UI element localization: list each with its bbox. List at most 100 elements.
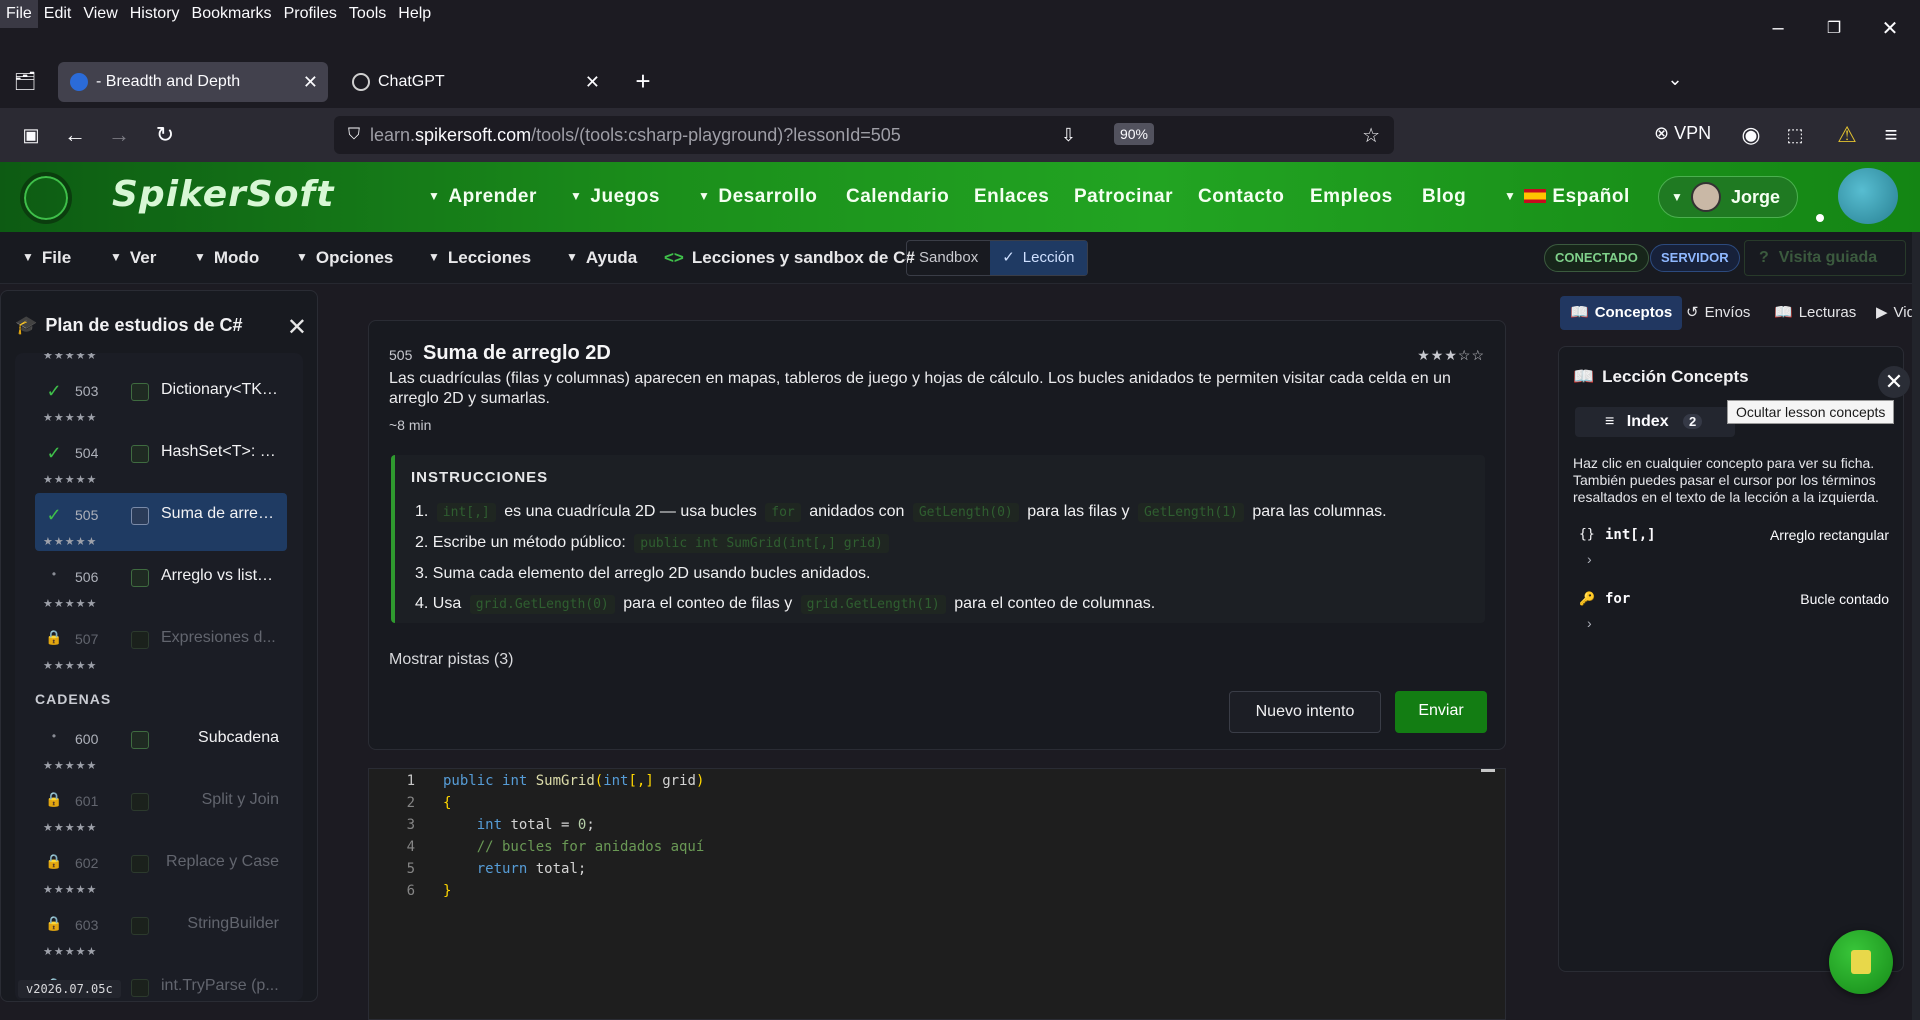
mode-lesson-button[interactable]: ✓ Lección (990, 241, 1087, 275)
url-bar[interactable]: ⛉ learn.spikersoft.com/tools/(tools:csha… (334, 116, 1394, 154)
tab-lecturas[interactable]: 📖 Lecturas (1774, 296, 1856, 330)
tab-envios[interactable]: ↺ Envíos (1686, 296, 1750, 330)
lesson-checkbox[interactable] (131, 383, 149, 401)
list-item-locked[interactable]: 🔒 601 Split y Join (35, 779, 287, 823)
code-term[interactable]: grid.GetLength(0) (469, 595, 615, 614)
nav-patrocinar[interactable]: Patrocinar (1074, 186, 1173, 208)
code-line[interactable]: { (443, 795, 451, 811)
url-text[interactable]: learn.spikersoft.com/tools/(tools:csharp… (370, 125, 901, 146)
list-item[interactable]: • 506 Arreglo vs lista... (35, 555, 287, 599)
app-menu-icon[interactable]: ≡ (1876, 120, 1906, 150)
close-tab-icon[interactable]: ✕ (303, 72, 318, 93)
code-term[interactable]: grid.GetLength(1) (800, 595, 946, 614)
tab-overflow-chevron-icon[interactable]: ⌄ (1660, 64, 1690, 94)
editor-scrollbar[interactable] (1481, 769, 1495, 772)
site-info-shield-icon[interactable]: ⛉ (348, 126, 360, 144)
download-icon[interactable]: ⇩ (1061, 125, 1076, 146)
concept-item[interactable]: 🔑 for Bucle contado (1579, 589, 1889, 613)
lesson-checkbox[interactable] (131, 507, 149, 525)
tab-list-icon[interactable]: 🗂 (10, 66, 40, 96)
notes-fab-button[interactable] (1829, 930, 1893, 994)
code-line[interactable]: return total; (443, 861, 587, 877)
back-icon[interactable]: ← (60, 120, 90, 150)
language-selector[interactable]: ▼ Español (1504, 186, 1630, 208)
minimize-icon[interactable]: – (1748, 0, 1808, 56)
lesson-checkbox[interactable] (131, 445, 149, 463)
zoom-level[interactable]: 90% (1113, 123, 1154, 145)
code-line[interactable]: // bucles for anidados aquí (443, 839, 705, 855)
index-tab[interactable]: ≡ Index 2 (1575, 407, 1735, 437)
tab-breadth-and-depth[interactable]: - Breadth and Depth ✕ (58, 62, 328, 102)
vpn-button[interactable]: ⊗ VPN (1654, 123, 1711, 144)
guided-tour-button[interactable]: ? Visita guiada (1744, 240, 1906, 276)
nav-calendario[interactable]: Calendario (846, 186, 949, 208)
toolbar-menu-ayuda[interactable]: ▼ Ayuda (566, 248, 637, 268)
menu-file[interactable]: File (0, 0, 38, 28)
code-term[interactable]: int[,] (436, 503, 496, 522)
account-icon[interactable]: ◉ (1736, 120, 1766, 150)
user-menu[interactable]: ▼ Jorge (1658, 176, 1798, 218)
code-term[interactable]: public int SumGrid(int[,] grid) (634, 534, 889, 553)
menu-edit[interactable]: Edit (38, 0, 78, 28)
list-item-locked[interactable]: 🔒 602 Replace y Case (35, 841, 287, 885)
list-item[interactable]: ✓ 503 Dictionary<TK,... (35, 369, 287, 413)
tab-videos[interactable]: ▶ Vid (1876, 296, 1915, 330)
code-term[interactable]: GetLength(1) (1137, 503, 1244, 522)
show-hints-link[interactable]: Mostrar pistas (3) (389, 651, 513, 669)
toolbar-menu-ver[interactable]: ▼ Ver (110, 248, 156, 268)
nav-aprender[interactable]: ▼ Aprender (428, 186, 537, 208)
code-term[interactable]: GetLength(0) (912, 503, 1019, 522)
close-concepts-icon[interactable]: ✕ (1878, 366, 1910, 398)
toolbar-menu-lecciones[interactable]: ▼ Lecciones (428, 248, 531, 268)
menu-bookmarks[interactable]: Bookmarks (186, 0, 278, 28)
close-sidebar-icon[interactable]: ✕ (287, 313, 307, 342)
list-item[interactable]: ✓ 504 HashSet<T>: d... (35, 431, 287, 475)
reload-icon[interactable]: ↻ (150, 120, 180, 150)
tab-conceptos[interactable]: 📖 Conceptos (1560, 296, 1683, 330)
nav-juegos[interactable]: ▼ Juegos (570, 186, 660, 208)
menu-help[interactable]: Help (392, 0, 437, 28)
mode-sandbox-button[interactable]: Sandbox (907, 241, 990, 275)
new-tab-icon[interactable]: + (628, 66, 658, 96)
extensions-icon[interactable]: ⬚ (1780, 120, 1810, 150)
menu-profiles[interactable]: Profiles (278, 0, 343, 28)
toolbar-menu-opciones[interactable]: ▼ Opciones (296, 248, 393, 268)
list-item[interactable]: • 600 Subcadena (35, 717, 287, 761)
nav-blog[interactable]: Blog (1422, 186, 1466, 208)
menu-tools[interactable]: Tools (343, 0, 392, 28)
reset-attempt-button[interactable]: Nuevo intento (1229, 691, 1381, 733)
nav-enlaces[interactable]: Enlaces (974, 186, 1049, 208)
code-term[interactable]: for (765, 503, 801, 522)
tab-chatgpt[interactable]: ChatGPT ✕ (340, 62, 610, 102)
spikersoft-favicon-icon (70, 73, 88, 91)
expand-chevron-icon[interactable]: › (1587, 615, 1592, 631)
toolbar-menu-file[interactable]: ▼ File (22, 248, 71, 268)
toolbar-menu-modo[interactable]: ▼ Modo (194, 248, 259, 268)
sidebar-toggle-icon[interactable]: ▣ (16, 120, 46, 150)
menu-history[interactable]: History (124, 0, 186, 28)
page-scrollbar[interactable] (1912, 232, 1920, 1020)
site-logo-text[interactable]: SpikerSoft (112, 174, 334, 215)
spikersoft-logo-icon[interactable] (20, 172, 72, 224)
concept-item[interactable]: {} int[,] Arreglo rectangular (1579, 525, 1889, 549)
forward-icon[interactable]: → (104, 120, 134, 150)
code-editor[interactable]: 1 2 3 4 5 6 public int SumGrid(int[,] gr… (368, 768, 1506, 1020)
nav-contacto[interactable]: Contacto (1198, 186, 1284, 208)
bookmark-star-icon[interactable]: ☆ (1362, 123, 1380, 148)
lesson-checkbox[interactable] (131, 569, 149, 587)
close-tab-icon[interactable]: ✕ (585, 72, 600, 93)
expand-chevron-icon[interactable]: › (1587, 551, 1592, 567)
lesson-checkbox[interactable] (131, 731, 149, 749)
code-line[interactable]: public int SumGrid(int[,] grid) (443, 773, 704, 789)
nav-desarrollo[interactable]: ▼ Desarrollo (698, 186, 817, 208)
extension-alert-icon[interactable]: ⚠ (1832, 120, 1862, 150)
code-line[interactable]: int total = 0; (443, 817, 595, 833)
nav-empleos[interactable]: Empleos (1310, 186, 1393, 208)
list-item-locked[interactable]: 🔒 603 StringBuilder (35, 903, 287, 947)
menu-view[interactable]: View (77, 0, 123, 28)
restore-icon[interactable]: ❐ (1804, 0, 1864, 56)
submit-button[interactable]: Enviar (1395, 691, 1487, 733)
list-item-locked[interactable]: 🔒 507 Expresiones d... (35, 617, 287, 661)
close-window-icon[interactable]: ✕ (1860, 0, 1920, 56)
code-line[interactable]: } (443, 883, 451, 899)
